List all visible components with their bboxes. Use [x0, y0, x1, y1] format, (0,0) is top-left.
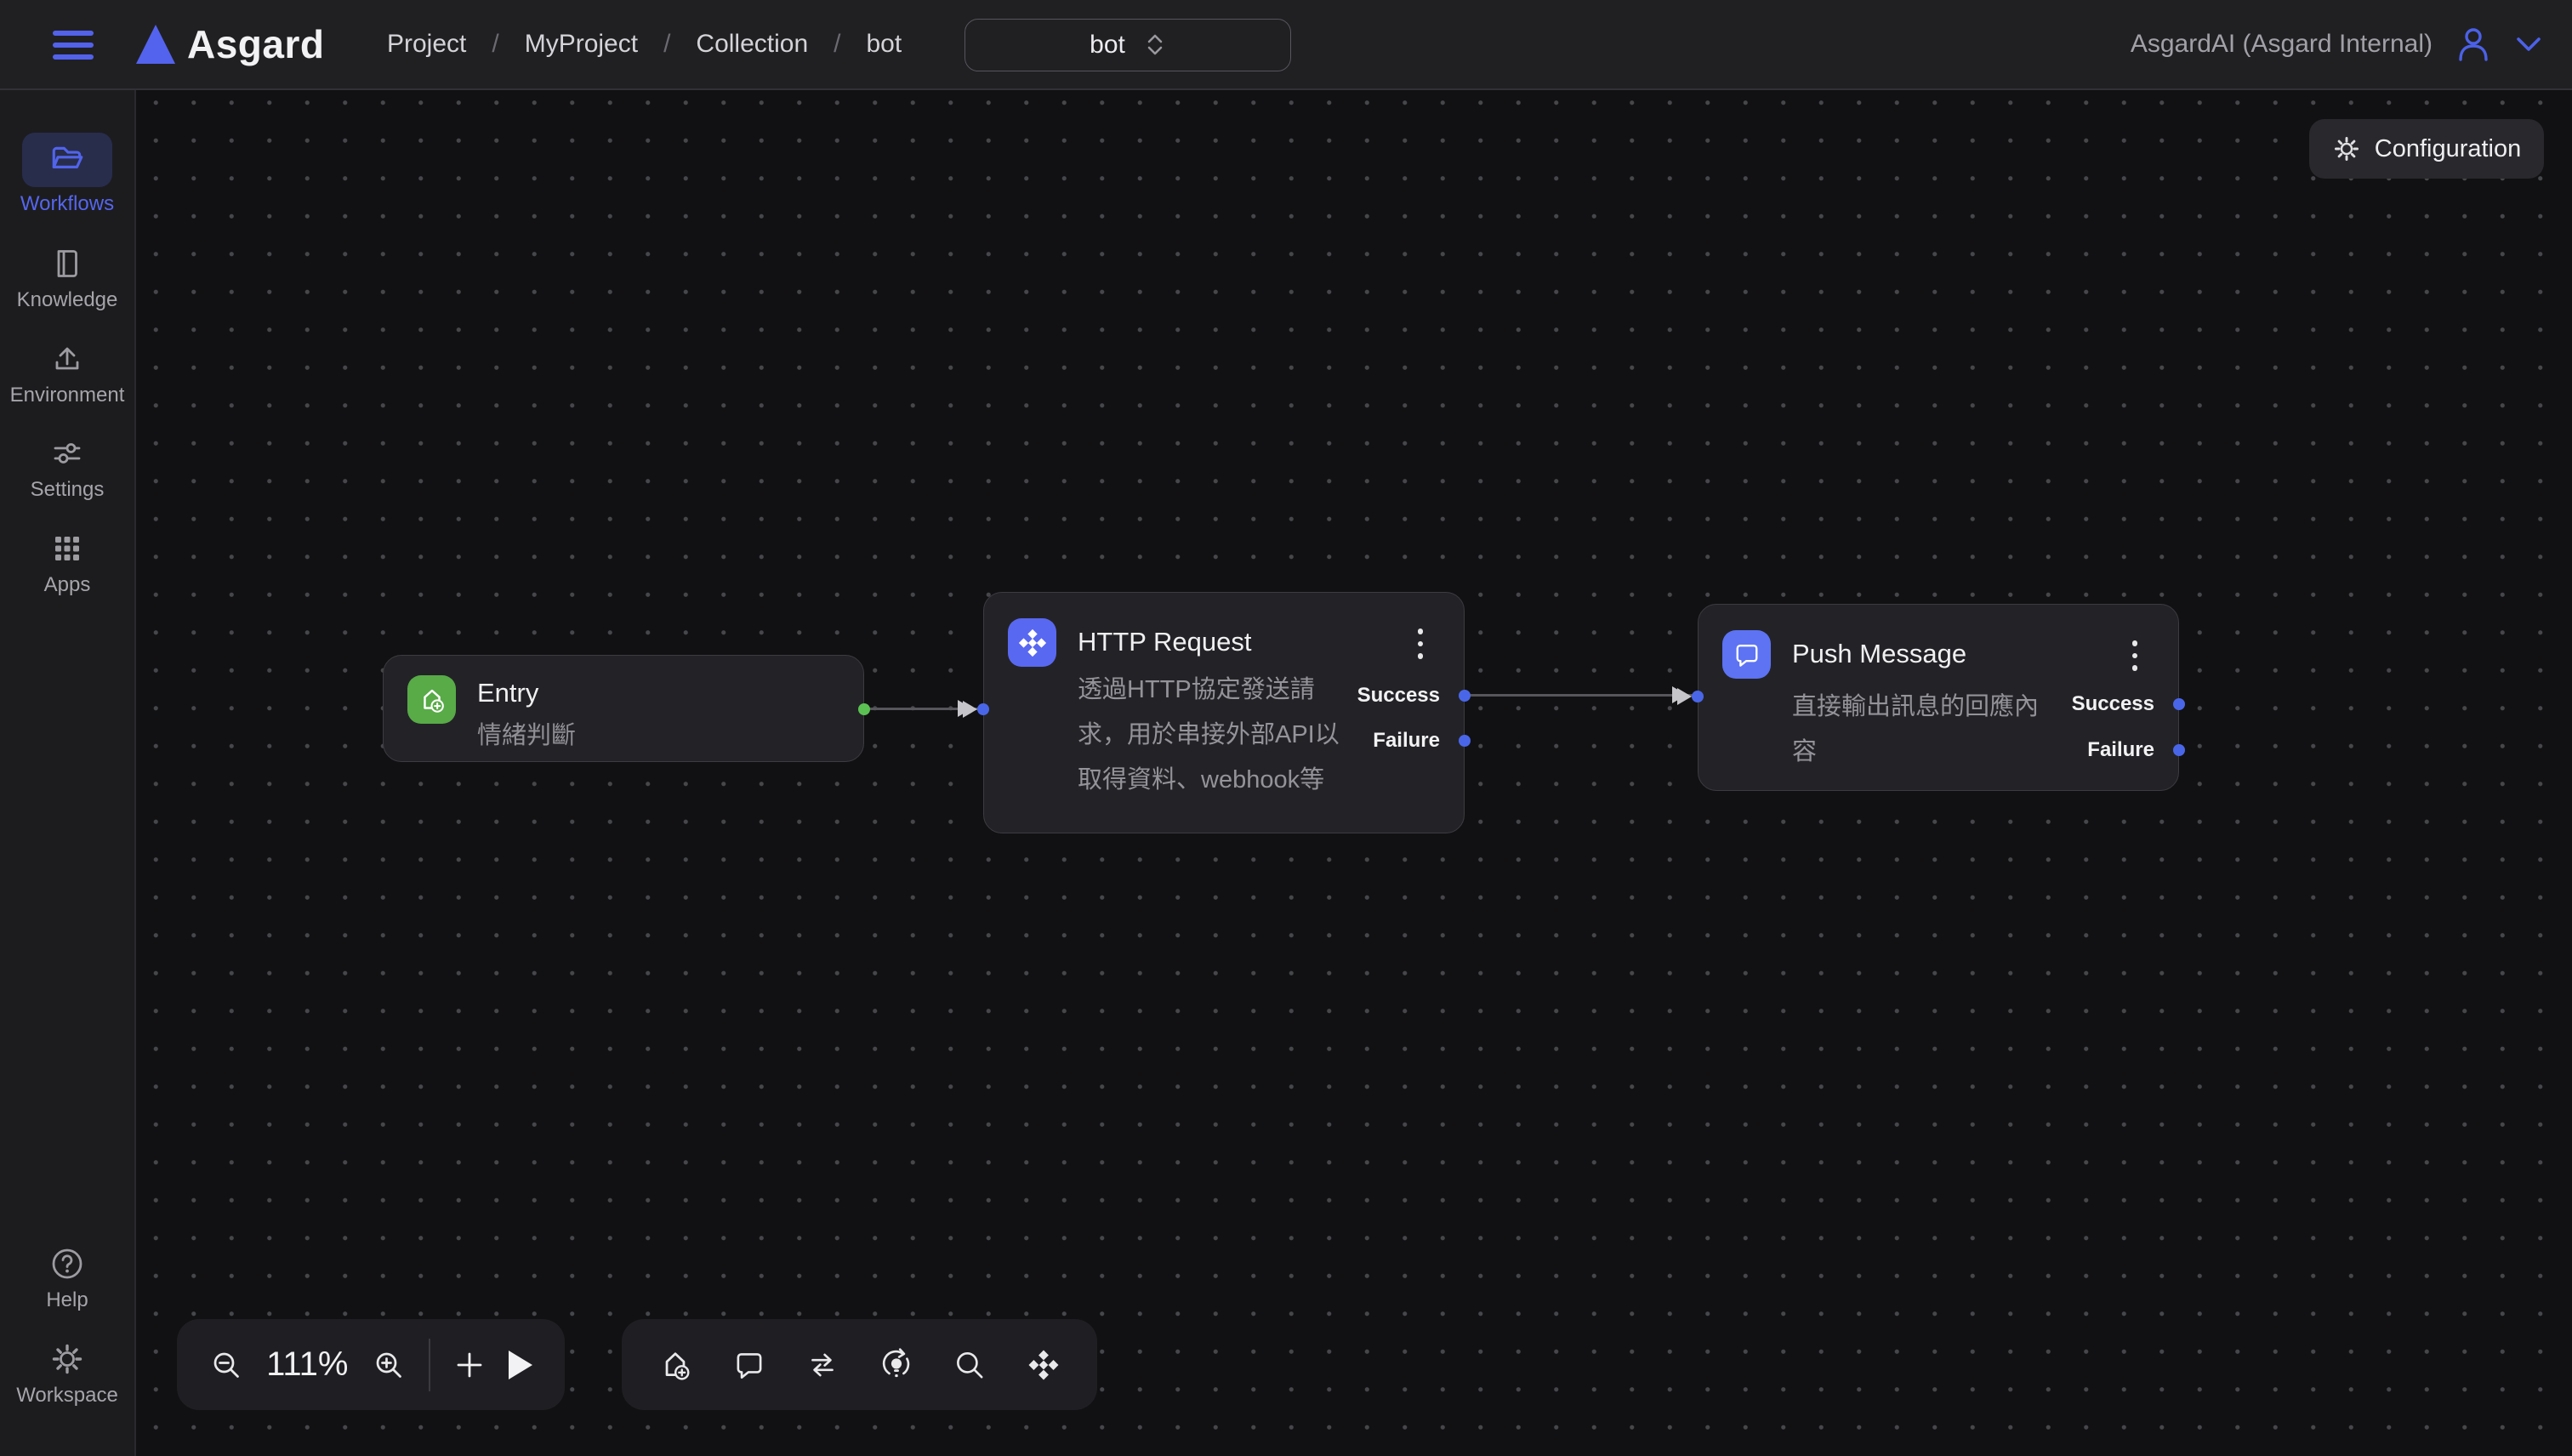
run-workflow-button[interactable]: [509, 1351, 532, 1379]
success-port[interactable]: [1459, 690, 1471, 702]
input-port[interactable]: [1692, 691, 1704, 702]
apps-grid-icon: [50, 532, 84, 566]
add-intent-node-button[interactable]: [879, 1347, 914, 1383]
breadcrumb-myproject[interactable]: MyProject: [525, 30, 638, 59]
sidebar-item-workflows[interactable]: Workflows: [0, 133, 134, 216]
toolbar-divider: [429, 1339, 430, 1391]
breadcrumb-separator: /: [492, 30, 498, 59]
sidebar-item-settings[interactable]: Settings: [0, 434, 134, 502]
asgard-logo-icon: [136, 25, 175, 64]
add-node-button[interactable]: [453, 1349, 486, 1381]
folder-icon: [48, 143, 86, 177]
sidebar-item-label: Environment: [0, 384, 134, 407]
swap-arrows-icon: [805, 1347, 840, 1383]
sliders-icon: [50, 436, 84, 470]
zoom-toolbar: 111%: [177, 1319, 565, 1410]
configuration-label: Configuration: [2375, 135, 2522, 163]
node-menu-kebab-icon[interactable]: [2129, 637, 2142, 674]
workflow-canvas[interactable]: Configuration Entry 情緒判斷: [136, 90, 2572, 1456]
node-menu-kebab-icon[interactable]: [1414, 625, 1427, 663]
zoom-level: 111%: [266, 1345, 348, 1384]
home-plus-icon: [407, 675, 456, 724]
sidebar-item-help[interactable]: Help: [0, 1244, 134, 1312]
top-bar: Asgard Project / MyProject / Collection …: [0, 0, 2572, 90]
breadcrumb-separator: /: [663, 30, 670, 59]
help-icon: [49, 1246, 85, 1282]
sidebar-item-knowledge[interactable]: Knowledge: [0, 244, 134, 312]
output-port[interactable]: [858, 703, 870, 715]
sidebar-item-label: Knowledge: [0, 288, 134, 312]
add-http-node-button[interactable]: [1026, 1347, 1061, 1383]
node-description: 直接輸出訊息的回應內容: [1792, 685, 2057, 775]
failure-port[interactable]: [1459, 735, 1471, 747]
breadcrumb-bot[interactable]: bot: [867, 30, 902, 59]
input-arrowhead-icon: [963, 701, 977, 718]
chat-bubble-icon: [731, 1347, 767, 1383]
diamonds-icon: [1026, 1347, 1061, 1383]
port-label-success: Success: [1357, 685, 1440, 707]
breadcrumb-project[interactable]: Project: [387, 30, 466, 59]
success-port[interactable]: [2173, 698, 2185, 710]
node-title: Push Message: [1792, 639, 1966, 669]
loop-lightbulb-icon: [879, 1347, 914, 1383]
sidebar-item-workspace[interactable]: Workspace: [0, 1339, 134, 1408]
port-label-failure: Failure: [2087, 739, 2154, 761]
node-description: 透過HTTP協定發送請求，用於串接外部API以取得資料、webhook等: [1078, 668, 1343, 803]
port-label-failure: Failure: [1373, 730, 1440, 752]
sidebar-item-label: Help: [0, 1288, 134, 1312]
node-title: Entry: [477, 678, 538, 708]
sidebar-item-apps[interactable]: Apps: [0, 529, 134, 597]
add-message-node-button[interactable]: [731, 1347, 767, 1383]
edge-http-success-to-push: [1465, 694, 1698, 697]
chat-bubble-icon: [1722, 630, 1771, 679]
upload-icon: [50, 342, 84, 376]
add-entry-node-button[interactable]: [657, 1347, 693, 1383]
zoom-out-button[interactable]: [209, 1348, 243, 1382]
search-icon: [952, 1347, 987, 1383]
node-subtitle: 情緒判斷: [477, 715, 576, 751]
configuration-button[interactable]: Configuration: [2309, 119, 2544, 179]
zoom-out-icon: [209, 1348, 243, 1382]
node-title: HTTP Request: [1078, 627, 1251, 657]
zoom-in-button[interactable]: [372, 1348, 406, 1382]
plus-icon: [453, 1349, 486, 1381]
port-label-success: Success: [2072, 693, 2154, 715]
unfold-more-icon: [1144, 32, 1166, 58]
account-menu[interactable]: AsgardAI (Asgard Internal): [2131, 0, 2543, 88]
node-palette-toolbar: [622, 1319, 1097, 1410]
chevron-down-icon: [2514, 34, 2543, 54]
play-icon: [509, 1351, 532, 1379]
gear-icon: [2332, 134, 2361, 163]
app-title: Asgard: [187, 0, 324, 88]
book-icon: [50, 247, 84, 281]
sidebar-item-label: Workspace: [0, 1384, 134, 1408]
input-arrowhead-icon: [1677, 688, 1692, 705]
sidebar-item-label: Apps: [0, 573, 134, 597]
gear-icon: [49, 1341, 85, 1377]
sidebar-item-environment[interactable]: Environment: [0, 339, 134, 407]
breadcrumb-separator: /: [834, 30, 840, 59]
node-http-request[interactable]: HTTP Request 透過HTTP協定發送請求，用於串接外部API以取得資料…: [983, 592, 1465, 833]
sidebar: Workflows Knowledge Environment: [0, 90, 136, 1456]
asgard-app: Asgard Project / MyProject / Collection …: [0, 0, 2572, 1456]
input-port[interactable]: [977, 703, 989, 715]
search-button[interactable]: [952, 1347, 987, 1383]
add-switch-node-button[interactable]: [805, 1347, 840, 1383]
workflow-selector-value: bot: [1090, 31, 1125, 60]
breadcrumb: Project / MyProject / Collection / bot: [387, 0, 902, 88]
account-label: AsgardAI (Asgard Internal): [2131, 30, 2433, 59]
sidebar-item-label: Settings: [0, 478, 134, 502]
node-entry[interactable]: Entry 情緒判斷: [383, 655, 864, 762]
sidebar-item-label: Workflows: [0, 192, 134, 216]
active-item-highlight: [22, 133, 112, 187]
failure-port[interactable]: [2173, 744, 2185, 756]
node-push-message[interactable]: Push Message 直接輸出訊息的回應內容 Success Failure: [1698, 604, 2179, 791]
user-icon: [2453, 24, 2494, 65]
diamonds-icon: [1008, 618, 1056, 667]
hamburger-menu-icon[interactable]: [53, 31, 94, 60]
breadcrumb-collection[interactable]: Collection: [696, 30, 808, 59]
workflow-selector[interactable]: bot: [964, 19, 1291, 71]
zoom-in-icon: [372, 1348, 406, 1382]
home-plus-icon: [657, 1347, 693, 1383]
